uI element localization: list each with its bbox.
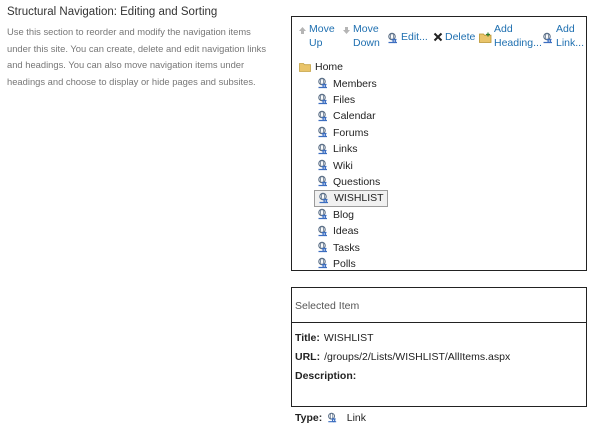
selected-description-row: Description: <box>295 370 360 382</box>
tree-item-blog[interactable]: Blog <box>314 207 357 222</box>
edit-label: Edit... <box>401 31 428 43</box>
folder-icon <box>299 62 311 72</box>
tree-item-questions[interactable]: Questions <box>314 174 383 189</box>
section-title: Structural Navigation: Editing and Sorti… <box>7 6 218 18</box>
edit-button[interactable]: Edit... <box>386 22 428 45</box>
selected-title-row: Title: WISHLIST <box>295 332 374 344</box>
tree-item-label: Tasks <box>333 241 360 254</box>
navigation-toolbar: Move Up Move Down Edit... Delete Add Hea… <box>292 17 586 57</box>
move-down-label: Move Down <box>353 23 380 49</box>
tree-item-members[interactable]: Members <box>314 76 380 91</box>
link-add-icon <box>541 32 554 45</box>
folder-add-icon <box>479 32 492 43</box>
tree-item-label: Calendar <box>333 110 376 123</box>
tree-item-files[interactable]: Files <box>314 92 358 107</box>
move-up-label: Move Up <box>309 23 335 49</box>
link-icon <box>316 110 329 123</box>
add-heading-label: Add Heading... <box>494 23 542 49</box>
link-icon <box>316 208 329 221</box>
tree-item-label: Blog <box>333 208 355 221</box>
tree-item-label: Files <box>333 93 356 106</box>
selected-type-value: Link <box>346 412 367 424</box>
add-link-button[interactable]: Add Link... <box>541 22 584 50</box>
selected-url-key: URL: <box>295 351 321 363</box>
arrow-up-icon <box>298 26 307 35</box>
selected-item-header: Selected Item <box>292 288 586 323</box>
tree-item-label: Members <box>333 77 377 90</box>
selected-description-key: Description: <box>295 370 357 382</box>
selected-title-key: Title: <box>295 332 320 344</box>
selected-url-row: URL: /groups/2/Lists/WISHLIST/AllItems.a… <box>295 351 510 363</box>
link-icon <box>316 257 329 270</box>
move-down-button[interactable]: Move Down <box>342 22 380 50</box>
tree-item-polls[interactable]: Polls <box>314 256 359 271</box>
delete-x-icon <box>433 32 443 42</box>
tree-root-home[interactable]: Home <box>299 60 343 74</box>
navigation-editor: Move Up Move Down Edit... Delete Add Hea… <box>291 16 587 271</box>
link-edit-icon <box>386 32 399 45</box>
selected-type-row: Type: Link <box>295 388 366 448</box>
tree-item-label: Wiki <box>333 159 353 172</box>
tree-item-label: Forums <box>333 126 369 139</box>
link-icon <box>317 192 330 205</box>
selected-url-value: /groups/2/Lists/WISHLIST/AllItems.aspx <box>324 351 511 363</box>
section-description: Use this section to reorder and modify t… <box>7 26 267 87</box>
tree-item-ideas[interactable]: Ideas <box>314 224 362 239</box>
delete-label: Delete <box>445 31 476 43</box>
tree-item-forums[interactable]: Forums <box>314 125 372 140</box>
link-icon <box>316 225 329 238</box>
tree-item-label: Polls <box>333 257 356 270</box>
link-icon <box>316 175 329 188</box>
delete-button[interactable]: Delete <box>433 22 475 44</box>
link-icon <box>326 388 344 448</box>
link-icon <box>316 159 329 172</box>
arrow-down-icon <box>342 26 351 35</box>
link-icon <box>316 77 329 90</box>
link-icon <box>316 126 329 139</box>
tree-item-calendar[interactable]: Calendar <box>314 109 379 124</box>
selected-type-key: Type: <box>295 412 323 424</box>
move-up-button[interactable]: Move Up <box>298 22 335 50</box>
selected-item-panel: Selected Item Title: WISHLIST URL: /grou… <box>291 287 587 424</box>
add-heading-button[interactable]: Add Heading... <box>479 22 542 50</box>
tree-item-wishlist[interactable]: WISHLIST <box>314 189 388 207</box>
tree-item-tasks[interactable]: Tasks <box>314 240 363 255</box>
tree-item-label: WISHLIST <box>334 192 384 205</box>
link-icon <box>316 143 329 156</box>
add-link-label: Add Link... <box>556 23 585 49</box>
tree-item-links[interactable]: Links <box>314 142 361 157</box>
link-icon <box>316 93 329 106</box>
tree-item-label: Ideas <box>333 225 359 238</box>
link-icon <box>316 241 329 254</box>
tree-item-label: Questions <box>333 175 381 188</box>
tree-item-wiki[interactable]: Wiki <box>314 158 356 173</box>
tree-root-label: Home <box>315 61 344 73</box>
tree-item-label: Links <box>333 143 358 156</box>
selected-title-value: WISHLIST <box>323 332 374 344</box>
